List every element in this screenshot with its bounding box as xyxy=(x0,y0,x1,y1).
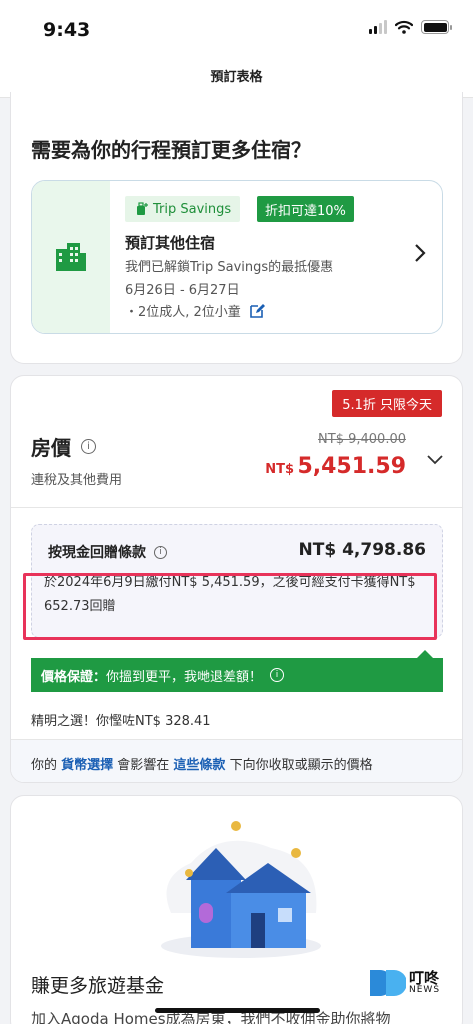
battery-icon xyxy=(421,20,452,34)
home-indicator[interactable] xyxy=(155,1008,320,1013)
stay-dates: 6月26日 - 6月27日 xyxy=(125,283,240,298)
more-stays-heading: 需要為你的行程預訂更多住宿？ xyxy=(31,138,311,162)
terms-link[interactable]: 這些條款 xyxy=(173,758,225,773)
divider xyxy=(11,507,462,508)
price-title-label: 房價 xyxy=(31,436,71,460)
guarantee-text: 你搵到更平，我哋退差額！ xyxy=(106,669,263,685)
currency-selection-link[interactable]: 貨幣選擇 xyxy=(61,758,113,773)
guarantee-info-icon[interactable]: i xyxy=(270,668,285,682)
cashback-info-icon[interactable]: i xyxy=(154,545,167,559)
book-other-stay-option[interactable]: Trip Savings 折扣可達10% 預訂其他住宿 我們已解鎖Trip Sa… xyxy=(31,180,443,334)
discount-pill: 折扣可達10% xyxy=(257,196,354,222)
notice-middle: 會影響在 xyxy=(113,758,174,773)
book-other-stay-subtitle: 我們已解鎖Trip Savings的最抵優惠 xyxy=(125,260,334,275)
promo-badge: 5.1折 只限今天 xyxy=(332,390,442,417)
edit-icon[interactable] xyxy=(249,303,265,319)
luggage-icon xyxy=(137,202,148,215)
building-icon xyxy=(56,243,86,271)
trip-savings-label: Trip Savings xyxy=(153,201,232,217)
price-subtitle: 連稅及其他費用 xyxy=(31,473,123,488)
currency-label: NT$ xyxy=(265,462,294,477)
news-watermark: 叮咚 NEWS xyxy=(368,968,440,998)
status-bar: 9:43 xyxy=(0,0,473,56)
guest-summary: ・2位成人, 2位小童 xyxy=(125,301,265,320)
watermark-cn: 叮咚 xyxy=(409,969,440,987)
guest-count: ・2位成人, 2位小童 xyxy=(125,305,241,320)
more-stays-card: 需要為你的行程預訂更多住宿？ Trip Savings 折扣可達10% 預訂其他… xyxy=(10,92,463,364)
news-logo-icon xyxy=(370,970,406,996)
guarantee-label: 價格保證： xyxy=(41,669,107,685)
status-time: 9:43 xyxy=(43,19,91,41)
chevron-down-icon[interactable] xyxy=(426,454,444,466)
building-icon-panel xyxy=(32,181,110,333)
current-price: 5,451.59 xyxy=(297,454,406,479)
info-icon[interactable]: i xyxy=(81,439,96,454)
price-section-title: 房價 i xyxy=(31,432,96,461)
savings-line: 精明之選！你慳咗NT$ 328.41 xyxy=(31,714,211,729)
book-other-stay-title: 預訂其他住宿 xyxy=(125,234,216,252)
notice-suffix: 下向你收取或顯示的價格 xyxy=(225,758,373,773)
highlight-annotation xyxy=(23,573,437,640)
chevron-right-icon[interactable] xyxy=(414,243,426,263)
status-icons xyxy=(369,20,452,34)
wifi-icon xyxy=(395,20,413,34)
notice-prefix: 你的 xyxy=(31,758,62,773)
watermark-en: NEWS xyxy=(409,985,441,995)
earn-heading: 賺更多旅遊基金 xyxy=(31,975,165,997)
currency-notice: 你的 貨幣選擇 會影響在 這些條款 下向你收取或顯示的價格 xyxy=(11,739,462,782)
watermark-text: 叮咚 NEWS xyxy=(409,971,440,995)
cashback-title: 按現金回贈條款 i xyxy=(48,542,167,562)
price-card: 5.1折 只限今天 房價 i 連稅及其他費用 NT$ 9,400.00 NT$ … xyxy=(10,375,463,783)
cashback-title-label: 按現金回贈條款 xyxy=(48,545,146,561)
page-title: 預訂表格 xyxy=(210,70,263,85)
trip-savings-pill: Trip Savings xyxy=(125,196,241,222)
house-illustration xyxy=(161,821,321,958)
original-price: NT$ 9,400.00 xyxy=(318,432,406,447)
signal-icon xyxy=(369,20,387,34)
price-guarantee-banner[interactable]: 價格保證： 你搵到更平，我哋退差額！ i xyxy=(31,650,443,692)
cashback-amount: NT$ 4,798.86 xyxy=(298,540,426,560)
